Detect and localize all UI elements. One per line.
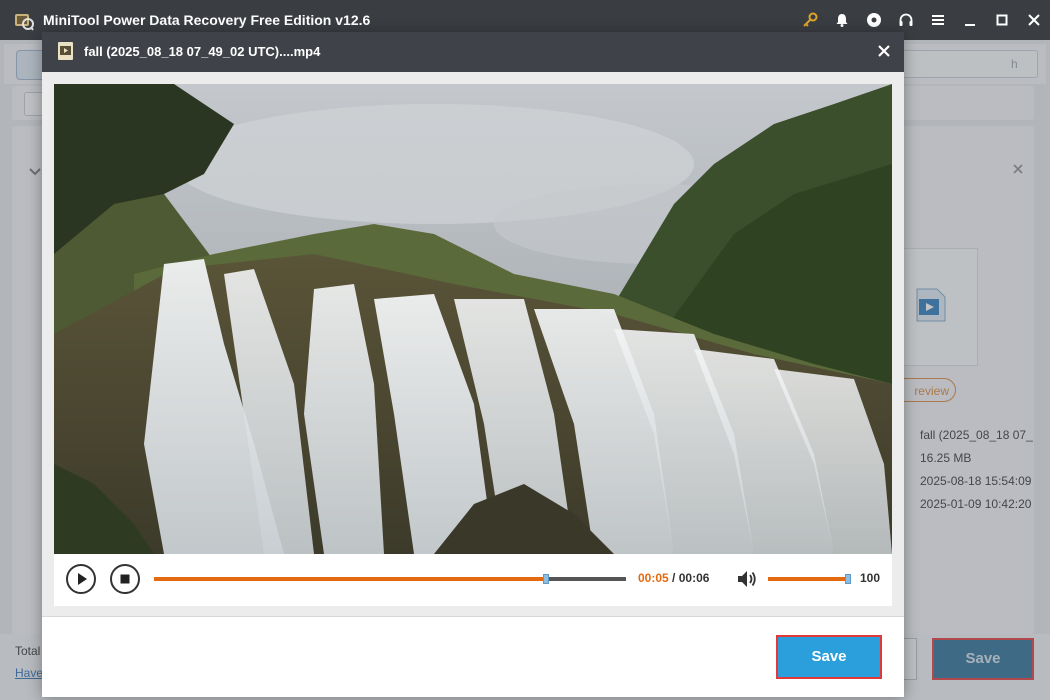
waterfall-video-image (54, 84, 892, 554)
preview-dialog: fall (2025_08_18 07_49_02 UTC)....mp4 00… (42, 32, 904, 697)
progress-fill (154, 577, 546, 581)
dialog-title: fall (2025_08_18 07_49_02 UTC)....mp4 (84, 44, 321, 59)
time-separator: / (668, 571, 679, 585)
total-time: 00:06 (678, 571, 710, 585)
play-icon (78, 573, 87, 585)
save-button-label: Save (811, 648, 847, 665)
volume-icon[interactable] (736, 569, 758, 594)
dialog-body: 00:05 / 00:06 100 (42, 72, 904, 616)
app-logo-icon (12, 9, 34, 31)
video-file-icon (56, 40, 76, 67)
save-button[interactable]: Save (776, 635, 882, 679)
menu-icon[interactable] (922, 0, 954, 40)
video-frame[interactable] (54, 84, 892, 554)
stop-button[interactable] (110, 564, 140, 594)
volume-handle[interactable] (845, 574, 851, 584)
time-display: 00:05 / 00:06 (638, 571, 709, 585)
close-icon[interactable] (1018, 0, 1050, 40)
progress-handle[interactable] (542, 574, 549, 584)
volume-value: 100 (860, 571, 881, 585)
player-controls: 00:05 / 00:06 100 (54, 554, 892, 606)
app-title: MiniTool Power Data Recovery Free Editio… (43, 12, 371, 28)
dialog-close-icon[interactable] (874, 41, 894, 61)
progress-slider[interactable] (154, 574, 626, 584)
volume-fill (768, 577, 848, 581)
maximize-icon[interactable] (986, 0, 1018, 40)
play-button[interactable] (66, 564, 96, 594)
minimize-icon[interactable] (954, 0, 986, 40)
dialog-header: fall (2025_08_18 07_49_02 UTC)....mp4 (42, 32, 904, 72)
stop-icon (120, 574, 130, 584)
dialog-footer: Save (42, 616, 904, 697)
volume-slider[interactable] (768, 574, 851, 584)
current-time: 00:05 (638, 571, 669, 585)
